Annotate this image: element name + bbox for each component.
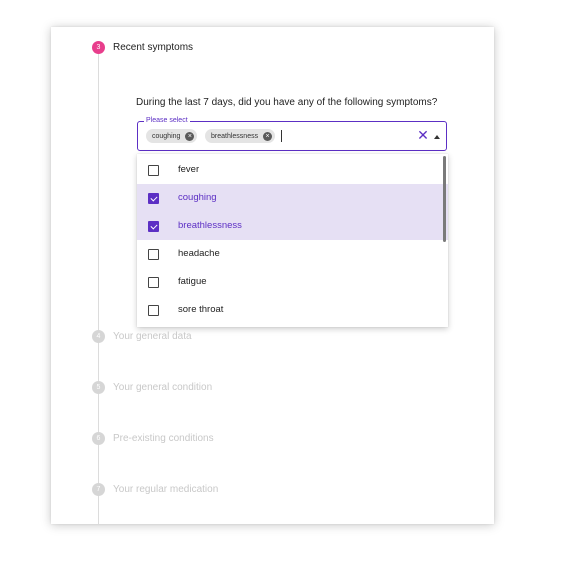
chip-breathlessness[interactable]: breathlessness × — [205, 129, 276, 143]
option-label: breathlessness — [178, 220, 242, 231]
text-caret — [281, 130, 282, 142]
option-label: fatigue — [178, 276, 207, 287]
arrow-up-icon[interactable] — [434, 135, 440, 139]
checkbox-unchecked-icon[interactable] — [148, 249, 159, 260]
chip-label: coughing — [152, 132, 181, 140]
stepper-line — [98, 53, 99, 524]
step-5-number: 5 — [92, 381, 105, 394]
step-3-label[interactable]: Recent symptoms — [113, 42, 193, 53]
chip-remove-icon[interactable]: × — [263, 131, 273, 141]
step-5-label[interactable]: Your general condition — [113, 382, 212, 393]
chip-label: breathlessness — [211, 132, 259, 140]
close-icon[interactable]: ✕ — [416, 128, 430, 142]
checkbox-checked-icon[interactable] — [148, 221, 159, 232]
option-label: coughing — [178, 192, 217, 203]
option-breathlessness[interactable]: breathlessness — [137, 212, 448, 240]
symptoms-select[interactable]: Please select coughing × breathlessness … — [137, 116, 447, 151]
dropdown-scrollbar[interactable] — [443, 156, 446, 242]
step-7-label[interactable]: Your regular medication — [113, 484, 218, 495]
step-4-number: 4 — [92, 330, 105, 343]
step-7-number: 7 — [92, 483, 105, 496]
question-text: During the last 7 days, did you have any… — [136, 97, 438, 108]
options-dropdown: fever coughing breathlessness headache f… — [137, 154, 448, 327]
option-headache[interactable]: headache — [137, 240, 448, 268]
questionnaire-card: 3 Recent symptoms During the last 7 days… — [51, 27, 494, 524]
option-fatigue[interactable]: fatigue — [137, 268, 448, 296]
option-coughing[interactable]: coughing — [137, 184, 448, 212]
option-label: sore throat — [178, 304, 224, 315]
chip-coughing[interactable]: coughing × — [146, 129, 198, 143]
option-sore-throat[interactable]: sore throat — [137, 296, 448, 324]
step-3-number: 3 — [92, 41, 105, 54]
step-4-label[interactable]: Your general data — [113, 331, 192, 342]
chip-remove-icon[interactable]: × — [185, 131, 195, 141]
checkbox-unchecked-icon[interactable] — [148, 277, 159, 288]
option-label: fever — [178, 164, 200, 175]
option-label: headache — [178, 248, 220, 259]
checkbox-unchecked-icon[interactable] — [148, 305, 159, 316]
checkbox-checked-icon[interactable] — [148, 193, 159, 204]
step-6-number: 6 — [92, 432, 105, 445]
option-fever[interactable]: fever — [137, 156, 448, 184]
checkbox-unchecked-icon[interactable] — [148, 165, 159, 176]
select-label: Please select — [144, 116, 190, 126]
step-6-label[interactable]: Pre-existing conditions — [113, 433, 214, 444]
